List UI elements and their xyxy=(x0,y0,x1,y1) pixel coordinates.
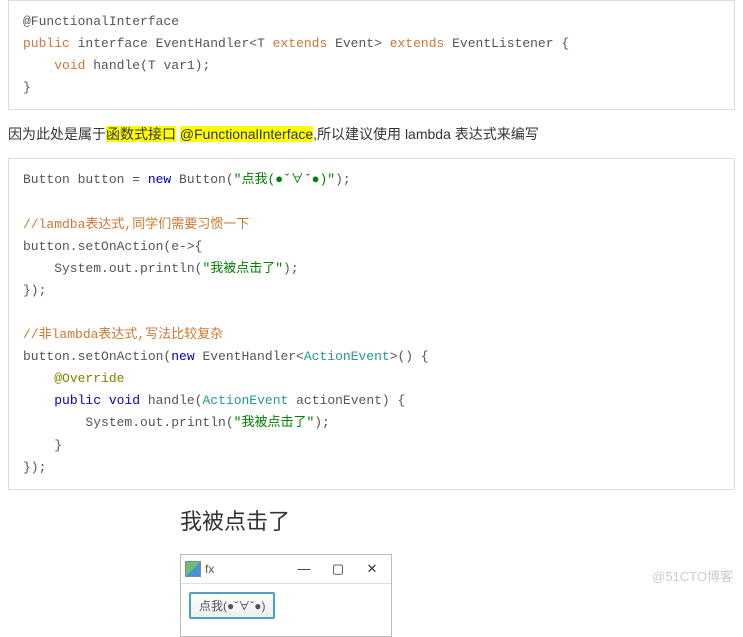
window-body: 点我(●ˇ∀ˇ●) xyxy=(181,584,391,636)
code-line: System.out.println("我被点击了"); xyxy=(23,415,330,430)
maximize-icon[interactable]: ▢ xyxy=(329,562,347,575)
code-line: @FunctionalInterface xyxy=(23,14,179,29)
code-line: button.setOnAction(new EventHandler<Acti… xyxy=(23,349,429,364)
code-comment: //lamdba表达式,同学们需要习惯一下 xyxy=(23,217,249,232)
code-line: } xyxy=(23,438,62,453)
console-output: 我被点击了 xyxy=(180,504,743,536)
window-icon xyxy=(185,561,201,577)
close-icon[interactable]: ✕ xyxy=(363,562,381,575)
code-comment: //非lambda表达式,写法比较复杂 xyxy=(23,327,223,342)
code-line: public interface EventHandler<T extends … xyxy=(23,36,569,51)
code-line: button.setOnAction(e->{ xyxy=(23,239,202,254)
code-line: } xyxy=(23,80,31,95)
highlight-annotation: @FunctionalInterface xyxy=(180,126,313,142)
window-titlebar[interactable]: fx — ▢ ✕ xyxy=(181,555,391,584)
demo-button[interactable]: 点我(●ˇ∀ˇ●) xyxy=(189,592,275,619)
window-title: fx xyxy=(205,562,295,576)
code-line: void handle(T var1); xyxy=(23,58,210,73)
minimize-icon[interactable]: — xyxy=(295,562,313,575)
code-block-interface: @FunctionalInterface public interface Ev… xyxy=(8,0,735,110)
code-line: public void handle(ActionEvent actionEve… xyxy=(23,393,405,408)
explanation-paragraph: 因为此处是属于函数式接口 @FunctionalInterface,所以建议使用… xyxy=(8,124,735,144)
highlight-text: 函数式接口 xyxy=(106,126,176,142)
code-line: @Override xyxy=(23,371,124,386)
code-block-example: Button button = new Button("点我(●ˇ∀ˇ●)");… xyxy=(8,158,735,489)
watermark-text: @51CTO博客 xyxy=(652,566,733,585)
code-line: System.out.println("我被点击了"); xyxy=(23,261,299,276)
code-line: Button button = new Button("点我(●ˇ∀ˇ●)"); xyxy=(23,172,351,187)
code-line: }); xyxy=(23,460,46,475)
demo-window: fx — ▢ ✕ 点我(●ˇ∀ˇ●) xyxy=(180,554,392,637)
window-controls: — ▢ ✕ xyxy=(295,562,381,575)
code-line: }); xyxy=(23,283,46,298)
